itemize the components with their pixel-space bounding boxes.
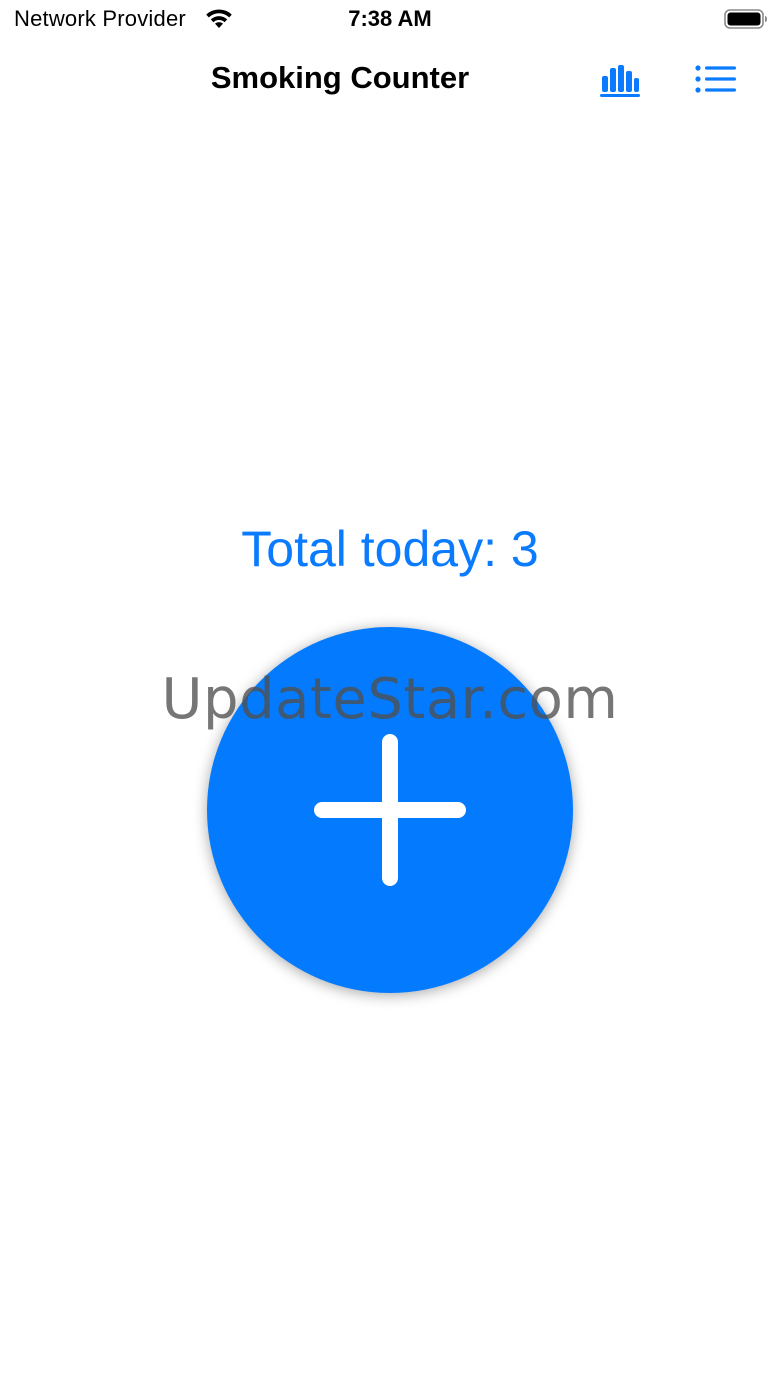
app-screen: Network Provider 7:38 AM Smoking Counter — [0, 0, 780, 1387]
list-button[interactable] — [692, 58, 740, 102]
page-title: Smoking Counter — [210, 60, 470, 95]
add-cigarette-button[interactable] — [207, 627, 573, 993]
list-icon — [695, 65, 736, 93]
status-bar: Network Provider 7:38 AM — [0, 0, 780, 40]
bar-chart-icon — [600, 65, 640, 97]
total-today-label: Total today: 3 — [241, 521, 539, 577]
navigation-bar: Smoking Counter — [0, 40, 780, 120]
statistics-button[interactable] — [596, 58, 644, 102]
status-time: 7:38 AM — [348, 6, 432, 31]
battery-icon — [724, 9, 767, 29]
plus-icon — [314, 734, 466, 886]
